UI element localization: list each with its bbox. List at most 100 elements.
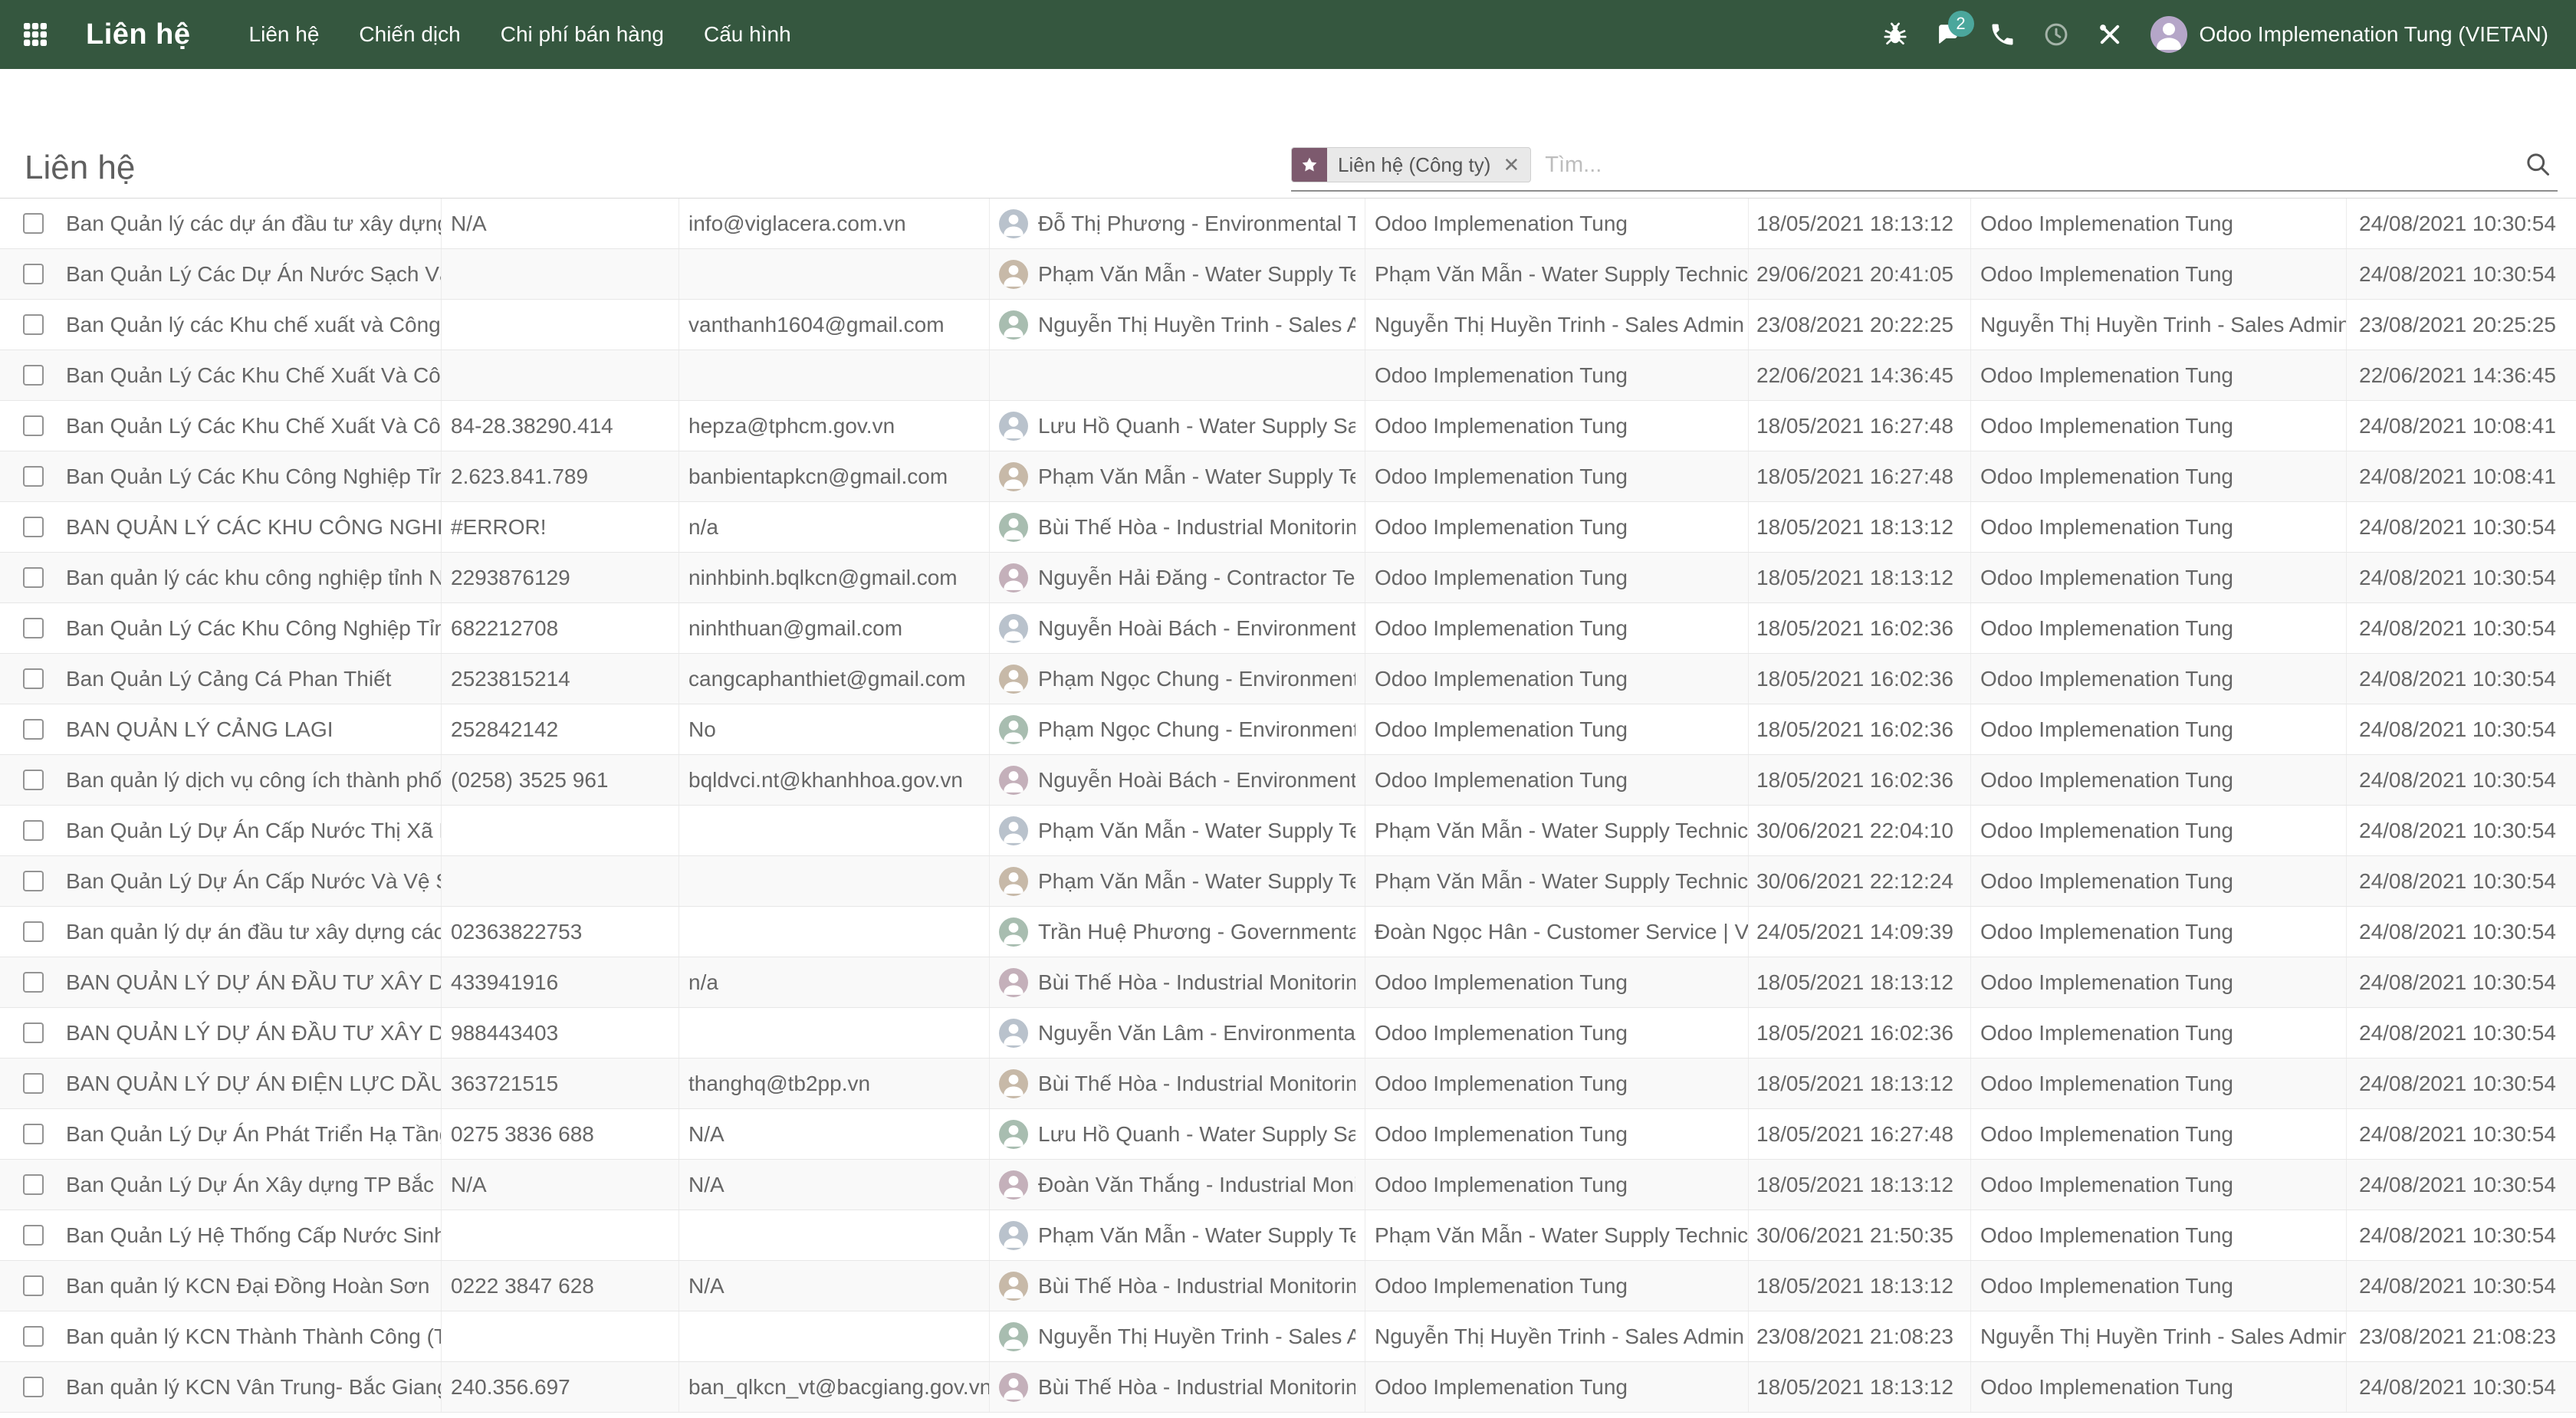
row-checkbox[interactable] bbox=[23, 668, 44, 689]
created-by: Đoàn Ngọc Hân - Customer Service | Vie..… bbox=[1365, 907, 1748, 957]
created-by: Odoo Implemenation Tung bbox=[1365, 502, 1748, 552]
row-checkbox[interactable] bbox=[23, 1022, 44, 1043]
table-row[interactable]: Ban quản lý KCN Đại Đồng Hoàn Sơn 0222 3… bbox=[0, 1261, 2576, 1311]
contact-email: info@viglacera.com.vn bbox=[678, 199, 989, 248]
row-checkbox[interactable] bbox=[23, 770, 44, 790]
table-row[interactable]: Ban quản lý KCN Thành Thành Công (Tâ... … bbox=[0, 1311, 2576, 1362]
row-checkbox[interactable] bbox=[23, 1377, 44, 1397]
created-by: Odoo Implemenation Tung bbox=[1365, 1160, 1748, 1210]
bug-icon[interactable] bbox=[1868, 0, 1922, 69]
salesperson-avatar bbox=[999, 209, 1028, 238]
contact-name: Ban Quản lý các dự án đầu tư xây dựng ..… bbox=[58, 199, 441, 248]
row-checkbox[interactable] bbox=[23, 1174, 44, 1195]
updated-on: 24/08/2021 10:30:54 bbox=[2346, 654, 2576, 704]
table-row[interactable]: Ban Quản lý các dự án đầu tư xây dựng ..… bbox=[0, 199, 2576, 249]
table-row[interactable]: Ban Quản lý các Khu chế xuất và Công n..… bbox=[0, 300, 2576, 350]
created-by: Odoo Implemenation Tung bbox=[1365, 755, 1748, 805]
facet-remove-icon[interactable]: ✕ bbox=[1501, 148, 1530, 182]
salesperson-name: Nguyễn Hải Đăng - Contractor Tech... bbox=[1038, 566, 1355, 590]
row-checkbox[interactable] bbox=[23, 972, 44, 993]
updated-on: 24/08/2021 10:30:54 bbox=[2346, 1261, 2576, 1311]
contact-name: BAN QUẢN LÝ CÁC KHU CÔNG NGHIỆP ... bbox=[58, 502, 441, 552]
salesperson-avatar bbox=[999, 310, 1028, 340]
contact-email: vanthanh1604@gmail.com bbox=[678, 300, 989, 350]
table-row[interactable]: Ban Quản Lý Các Khu Chế Xuất Và Công... … bbox=[0, 401, 2576, 451]
table-row[interactable]: BAN QUẢN LÝ DỰ ÁN ĐẦU TƯ XÂY DỰN... 9884… bbox=[0, 1008, 2576, 1059]
apps-grid-icon[interactable] bbox=[0, 0, 71, 69]
table-row[interactable]: Ban Quản Lý Các Khu Chế Xuất Và Công... … bbox=[0, 350, 2576, 401]
table-row[interactable]: Ban quản lý các khu công nghiệp tỉnh Ni.… bbox=[0, 553, 2576, 603]
table-row[interactable]: Ban Quản Lý Các Khu Công Nghiệp Tỉnh... … bbox=[0, 603, 2576, 654]
salesperson-name: Nguyễn Thị Huyền Trinh - Sales Ad... bbox=[1038, 313, 1355, 337]
created-by: Odoo Implemenation Tung bbox=[1365, 199, 1748, 248]
created-by: Phạm Văn Mẫn - Water Supply Technica... bbox=[1365, 856, 1748, 906]
row-checkbox[interactable] bbox=[23, 1275, 44, 1296]
table-row[interactable]: BAN QUẢN LÝ CÁC KHU CÔNG NGHIỆP ... #ERR… bbox=[0, 502, 2576, 553]
table-row[interactable]: BAN QUẢN LÝ DỰ ÁN ĐIỆN LỰC DẦU KH... 363… bbox=[0, 1059, 2576, 1109]
app-brand[interactable]: Liên hệ bbox=[86, 18, 191, 51]
table-row[interactable]: Ban Quản Lý Dự Án Cấp Nước Thị Xã Bu... … bbox=[0, 806, 2576, 856]
row-checkbox[interactable] bbox=[23, 517, 44, 537]
row-checkbox[interactable] bbox=[23, 871, 44, 891]
row-checkbox[interactable] bbox=[23, 1073, 44, 1094]
phone-icon[interactable] bbox=[1976, 0, 2029, 69]
nav-menu-lien-he[interactable]: Liên hệ bbox=[229, 0, 340, 69]
row-checkbox[interactable] bbox=[23, 567, 44, 588]
contact-email bbox=[678, 1210, 989, 1260]
row-checkbox[interactable] bbox=[23, 466, 44, 487]
table-row[interactable]: Ban quản lý dịch vụ công ích thành phố .… bbox=[0, 755, 2576, 806]
salesperson-name: Phạm Văn Mẫn - Water Supply Tec... bbox=[1038, 464, 1355, 489]
row-checkbox[interactable] bbox=[23, 365, 44, 386]
row-checkbox[interactable] bbox=[23, 820, 44, 841]
row-checkbox[interactable] bbox=[23, 1124, 44, 1144]
table-row[interactable]: Ban Quản Lý Dự Án Xây dựng TP Bắc Ni... … bbox=[0, 1160, 2576, 1210]
search-icon[interactable] bbox=[2524, 150, 2551, 180]
table-row[interactable]: Ban quản lý dự án đầu tư xây dựng các ..… bbox=[0, 907, 2576, 957]
row-checkbox[interactable] bbox=[23, 415, 44, 436]
table-row[interactable]: Ban Quản Lý Các Khu Công Nghiệp Tỉnh... … bbox=[0, 451, 2576, 502]
table-row[interactable]: BAN QUẢN LÝ CẢNG LAGI 252842142 No Phạm … bbox=[0, 704, 2576, 755]
nav-menu-cau-hinh[interactable]: Cấu hình bbox=[684, 0, 811, 69]
table-row[interactable]: Ban Quản Lý Các Dự Án Nước Sạch Và ... P… bbox=[0, 249, 2576, 300]
row-checkbox[interactable] bbox=[23, 314, 44, 335]
tools-icon[interactable] bbox=[2083, 0, 2137, 69]
search-bar[interactable]: Liên hệ (Công ty) ✕ Tìm... bbox=[1291, 140, 2558, 192]
row-checkbox[interactable] bbox=[23, 264, 44, 284]
row-checkbox[interactable] bbox=[23, 921, 44, 942]
table-row[interactable]: Ban Quản Lý Dự Án Phát Triển Hạ Tầng ...… bbox=[0, 1109, 2576, 1160]
table-row[interactable]: Ban Quản Lý Hệ Thống Cấp Nước Sinh ... P… bbox=[0, 1210, 2576, 1261]
nav-menu-chien-dich[interactable]: Chiến dịch bbox=[339, 0, 480, 69]
activity-clock-icon[interactable] bbox=[2029, 0, 2083, 69]
updated-by: Odoo Implemenation Tung bbox=[1970, 603, 2346, 653]
row-checkbox[interactable] bbox=[23, 719, 44, 740]
row-checkbox-cell bbox=[0, 1059, 58, 1108]
created-on: 18/05/2021 18:13:12 bbox=[1748, 1059, 1970, 1108]
updated-on: 24/08/2021 10:30:54 bbox=[2346, 603, 2576, 653]
facet-label: Liên hệ (Công ty) bbox=[1327, 148, 1501, 182]
contact-phone: 84-28.38290.414 bbox=[441, 401, 678, 451]
contact-email: N/A bbox=[678, 1261, 989, 1311]
contact-phone bbox=[441, 300, 678, 350]
table-row[interactable]: BAN QUẢN LÝ DỰ ÁN ĐẦU TƯ XÂY DỰN... 4339… bbox=[0, 957, 2576, 1008]
salesperson-cell: Phạm Văn Mẫn - Water Supply Tec... bbox=[989, 451, 1365, 501]
row-checkbox[interactable] bbox=[23, 1225, 44, 1246]
created-on: 18/05/2021 16:02:36 bbox=[1748, 755, 1970, 805]
updated-by: Odoo Implemenation Tung bbox=[1970, 755, 2346, 805]
table-row[interactable]: Ban Quản Lý Dự Án Cấp Nước Và Vệ Sin... … bbox=[0, 856, 2576, 907]
created-by: Phạm Văn Mẫn - Water Supply Technica... bbox=[1365, 806, 1748, 855]
search-input[interactable]: Tìm... bbox=[1545, 153, 2524, 178]
contacts-list: Ban Quản lý các dự án đầu tư xây dựng ..… bbox=[0, 199, 2576, 1413]
created-by: Nguyễn Thị Huyền Trinh - Sales Admin i..… bbox=[1365, 300, 1748, 350]
created-on: 23/08/2021 20:22:25 bbox=[1748, 300, 1970, 350]
updated-on: 24/08/2021 10:08:41 bbox=[2346, 451, 2576, 501]
table-row[interactable]: Ban Quản Lý Cảng Cá Phan Thiết 252381521… bbox=[0, 654, 2576, 704]
row-checkbox[interactable] bbox=[23, 618, 44, 638]
messages-icon[interactable]: 2 bbox=[1922, 0, 1976, 69]
user-menu[interactable]: Odoo Implemenation Tung (VIETAN) bbox=[2200, 22, 2548, 47]
row-checkbox[interactable] bbox=[23, 1326, 44, 1347]
nav-menu-chi-phi-ban-hang[interactable]: Chi phí bán hàng bbox=[481, 0, 684, 69]
row-checkbox[interactable] bbox=[23, 213, 44, 234]
table-row[interactable]: Ban quản lý KCN Vân Trung- Bắc Giang 240… bbox=[0, 1362, 2576, 1413]
user-avatar[interactable] bbox=[2150, 16, 2187, 53]
updated-on: 24/08/2021 10:08:41 bbox=[2346, 401, 2576, 451]
